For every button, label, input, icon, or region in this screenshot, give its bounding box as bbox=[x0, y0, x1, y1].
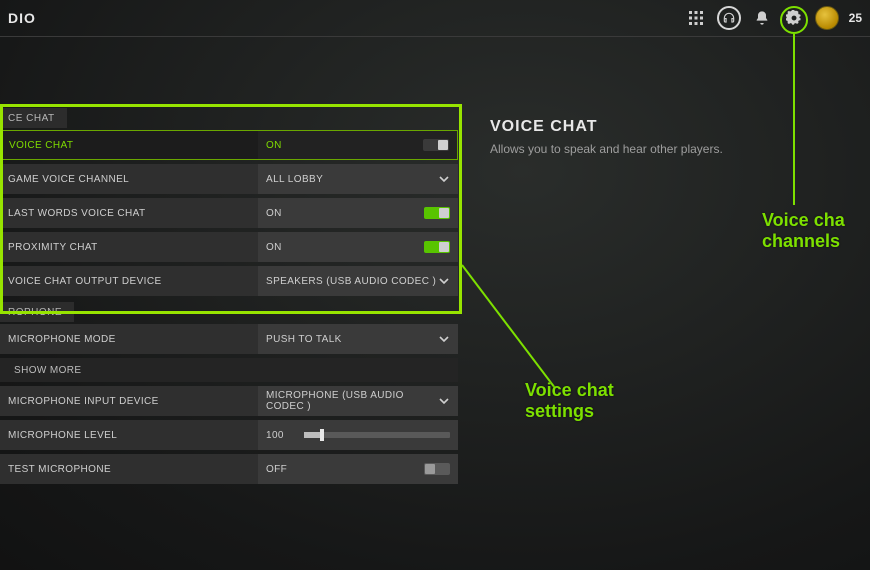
value-microphone-mode[interactable]: PUSH TO TALK bbox=[258, 324, 458, 354]
label-microphone-level: MICROPHONE LEVEL bbox=[0, 420, 258, 450]
value-voice-chat[interactable]: ON bbox=[258, 130, 458, 160]
value-text-output-device: SPEAKERS (USB AUDIO CODEC ) bbox=[266, 276, 436, 287]
info-title: VOICE CHAT bbox=[490, 118, 850, 136]
label-voice-chat: VOICE CHAT bbox=[0, 130, 258, 160]
chevron-down-icon bbox=[438, 395, 450, 407]
row-last-words[interactable]: LAST WORDS VOICE CHAT ON bbox=[0, 198, 458, 228]
row-microphone-level[interactable]: MICROPHONE LEVEL 100 bbox=[0, 420, 458, 450]
label-microphone-mode: MICROPHONE MODE bbox=[0, 324, 258, 354]
info-panel: VOICE CHAT Allows you to speak and hear … bbox=[490, 118, 850, 156]
row-output-device[interactable]: VOICE CHAT OUTPUT DEVICE SPEAKERS (USB A… bbox=[0, 266, 458, 296]
value-text-proximity-chat: ON bbox=[266, 242, 282, 253]
label-mic-input-device: MICROPHONE INPUT DEVICE bbox=[0, 386, 258, 416]
label-proximity-chat: PROXIMITY CHAT bbox=[0, 232, 258, 262]
row-microphone-mode[interactable]: MICROPHONE MODE PUSH TO TALK bbox=[0, 324, 458, 354]
gear-icon[interactable] bbox=[783, 7, 805, 29]
points-value: 25 bbox=[849, 11, 862, 25]
topbar-separator bbox=[0, 36, 870, 37]
toggle-proximity-chat[interactable] bbox=[424, 241, 450, 253]
value-text-voice-chat: ON bbox=[266, 140, 282, 151]
value-mic-input-device[interactable]: MICROPHONE (USB AUDIO CODEC ) bbox=[258, 386, 458, 416]
chevron-down-icon bbox=[438, 173, 450, 185]
show-more-button[interactable]: SHOW MORE bbox=[0, 358, 458, 382]
info-description: Allows you to speak and hear other playe… bbox=[490, 142, 850, 156]
toggle-voice-chat[interactable] bbox=[423, 139, 449, 151]
headset-icon[interactable] bbox=[717, 6, 741, 30]
show-more-label: SHOW MORE bbox=[14, 365, 82, 376]
bell-icon[interactable] bbox=[751, 7, 773, 29]
value-microphone-level[interactable]: 100 bbox=[258, 420, 458, 450]
value-text-game-voice-channel: ALL LOBBY bbox=[266, 174, 323, 185]
annotation-channels-label: Voice chachannels bbox=[762, 210, 845, 251]
label-game-voice-channel: GAME VOICE CHANNEL bbox=[0, 164, 258, 194]
toggle-last-words[interactable] bbox=[424, 207, 450, 219]
label-output-device: VOICE CHAT OUTPUT DEVICE bbox=[0, 266, 258, 296]
row-game-voice-channel[interactable]: GAME VOICE CHANNEL ALL LOBBY bbox=[0, 164, 458, 194]
value-output-device[interactable]: SPEAKERS (USB AUDIO CODEC ) bbox=[258, 266, 458, 296]
row-test-microphone[interactable]: TEST MICROPHONE OFF bbox=[0, 454, 458, 484]
label-last-words: LAST WORDS VOICE CHAT bbox=[0, 198, 258, 228]
row-voice-chat[interactable]: VOICE CHAT ON bbox=[0, 130, 458, 160]
annotation-settings-label: Voice chatsettings bbox=[525, 380, 614, 421]
value-game-voice-channel[interactable]: ALL LOBBY bbox=[258, 164, 458, 194]
row-proximity-chat[interactable]: PROXIMITY CHAT ON bbox=[0, 232, 458, 262]
section-header-voice-chat: CE CHAT bbox=[0, 108, 67, 128]
avatar-icon[interactable] bbox=[815, 6, 839, 30]
value-test-microphone[interactable]: OFF bbox=[258, 454, 458, 484]
value-last-words[interactable]: ON bbox=[258, 198, 458, 228]
value-text-mic-input-device: MICROPHONE (USB AUDIO CODEC ) bbox=[266, 390, 438, 412]
value-text-last-words: ON bbox=[266, 208, 282, 219]
toggle-test-microphone[interactable] bbox=[424, 463, 450, 475]
settings-panel: CE CHAT VOICE CHAT ON GAME VOICE CHANNEL… bbox=[0, 108, 458, 488]
section-header-microphone: ROPHONE bbox=[0, 302, 74, 322]
slider-microphone-level[interactable] bbox=[304, 432, 450, 438]
chevron-down-icon bbox=[438, 333, 450, 345]
value-proximity-chat[interactable]: ON bbox=[258, 232, 458, 262]
value-text-microphone-mode: PUSH TO TALK bbox=[266, 334, 342, 345]
topbar-right: 25 bbox=[685, 6, 862, 30]
value-text-microphone-level: 100 bbox=[266, 430, 296, 441]
apps-grid-icon[interactable] bbox=[685, 7, 707, 29]
chevron-down-icon bbox=[438, 275, 450, 287]
page-title: DIO bbox=[8, 10, 36, 26]
topbar: DIO 25 bbox=[0, 0, 870, 36]
row-mic-input-device[interactable]: MICROPHONE INPUT DEVICE MICROPHONE (USB … bbox=[0, 386, 458, 416]
label-test-microphone: TEST MICROPHONE bbox=[0, 454, 258, 484]
value-text-test-microphone: OFF bbox=[266, 464, 287, 475]
